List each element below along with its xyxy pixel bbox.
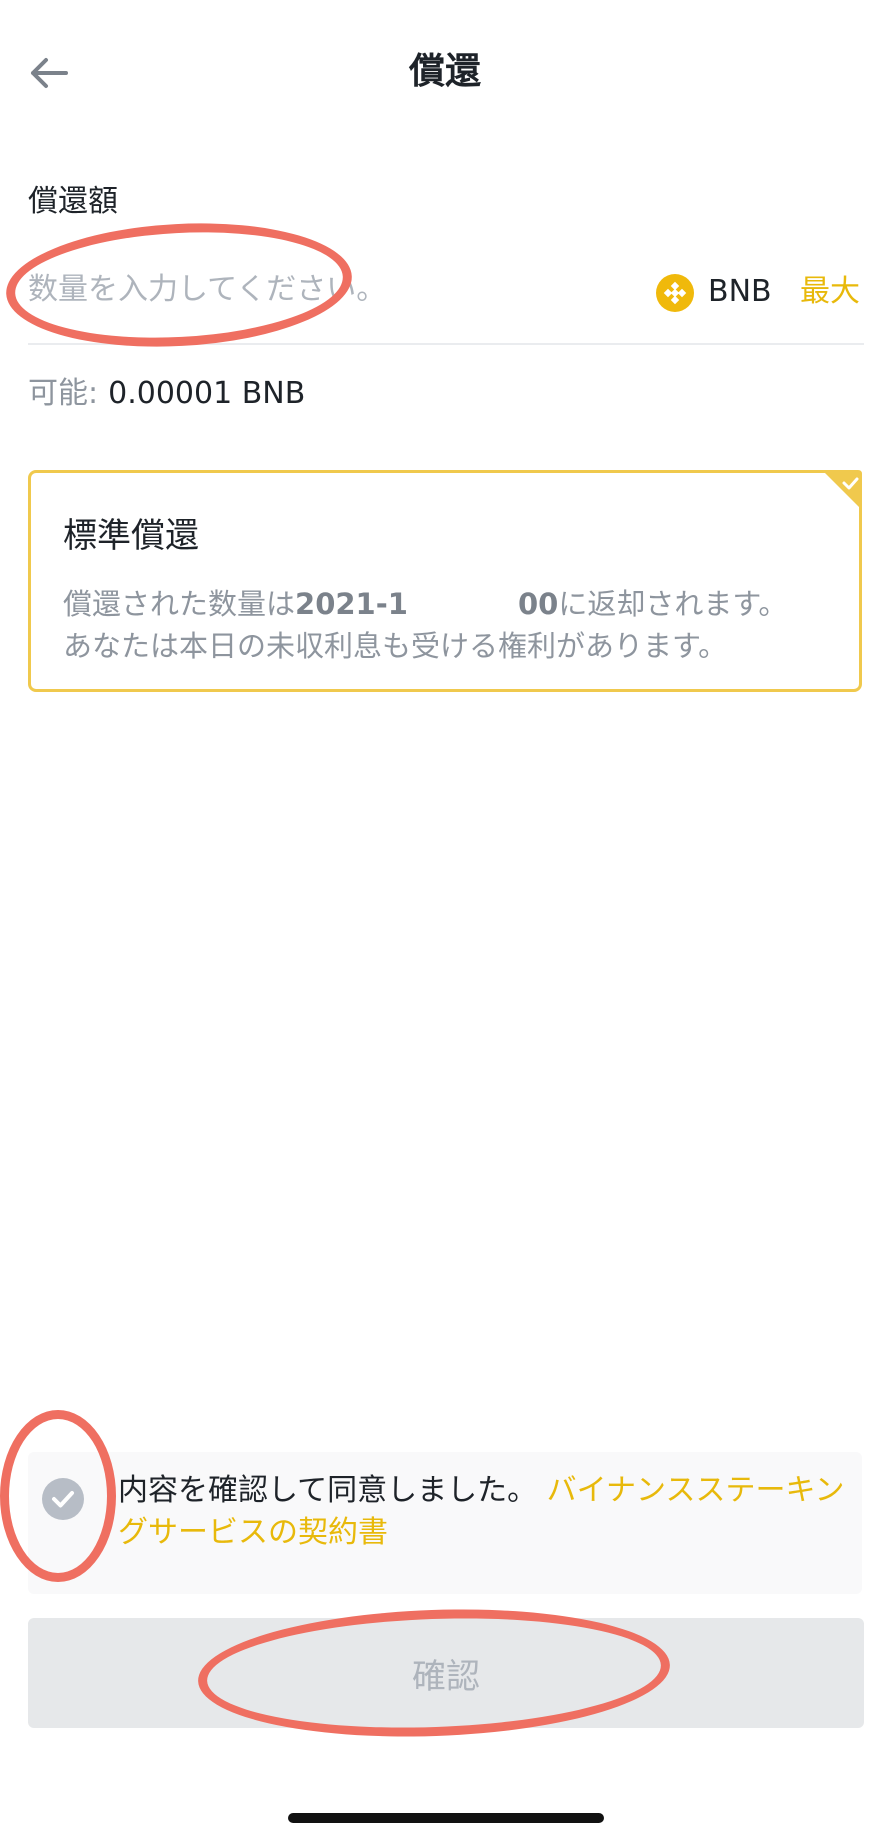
asset-label: BNB — [708, 274, 772, 309]
description-suffix: に返却されます。 — [558, 587, 788, 621]
standard-redemption-title: 標準償還 — [63, 516, 199, 556]
standard-redemption-description: 償還された数量は2021-1 00に返却されます。 あなたは本日の未収利息も受ける… — [63, 583, 843, 667]
standard-redemption-option[interactable]: 標準償還 償還された数量は2021-1 00に返却されます。 あなたは本日の未収利… — [28, 470, 862, 692]
selected-check-icon — [822, 470, 862, 510]
home-indicator — [288, 1813, 604, 1823]
bnb-coin-icon — [656, 274, 694, 312]
description-prefix: 償還された数量は — [63, 587, 296, 621]
redeem-amount-label: 償還額 — [28, 184, 118, 219]
page-title: 償還 — [408, 51, 481, 92]
input-divider — [28, 343, 864, 345]
return-date-start: 2021-1 — [295, 587, 408, 621]
max-button[interactable]: 最大 — [800, 270, 860, 314]
agreement-checkbox[interactable] — [42, 1478, 84, 1520]
agreement-text: 内容を確認して同意しました。 バイナンスステーキングサービスの契約書 — [118, 1470, 858, 1554]
agreement-statement: 内容を確認して同意しました。 — [118, 1473, 538, 1508]
confirm-button[interactable]: 確認 — [28, 1618, 864, 1728]
available-value: 0.00001 BNB — [108, 376, 306, 411]
description-line2: あなたは本日の未収利息も受ける権利があります。 — [63, 629, 728, 663]
available-label: 可能: — [28, 376, 99, 411]
check-circle-icon — [42, 1478, 84, 1520]
return-date-end: 00 — [517, 587, 559, 621]
available-balance: 可能: 0.00001 BNB — [28, 372, 305, 416]
redeem-amount-input[interactable] — [28, 262, 628, 316]
